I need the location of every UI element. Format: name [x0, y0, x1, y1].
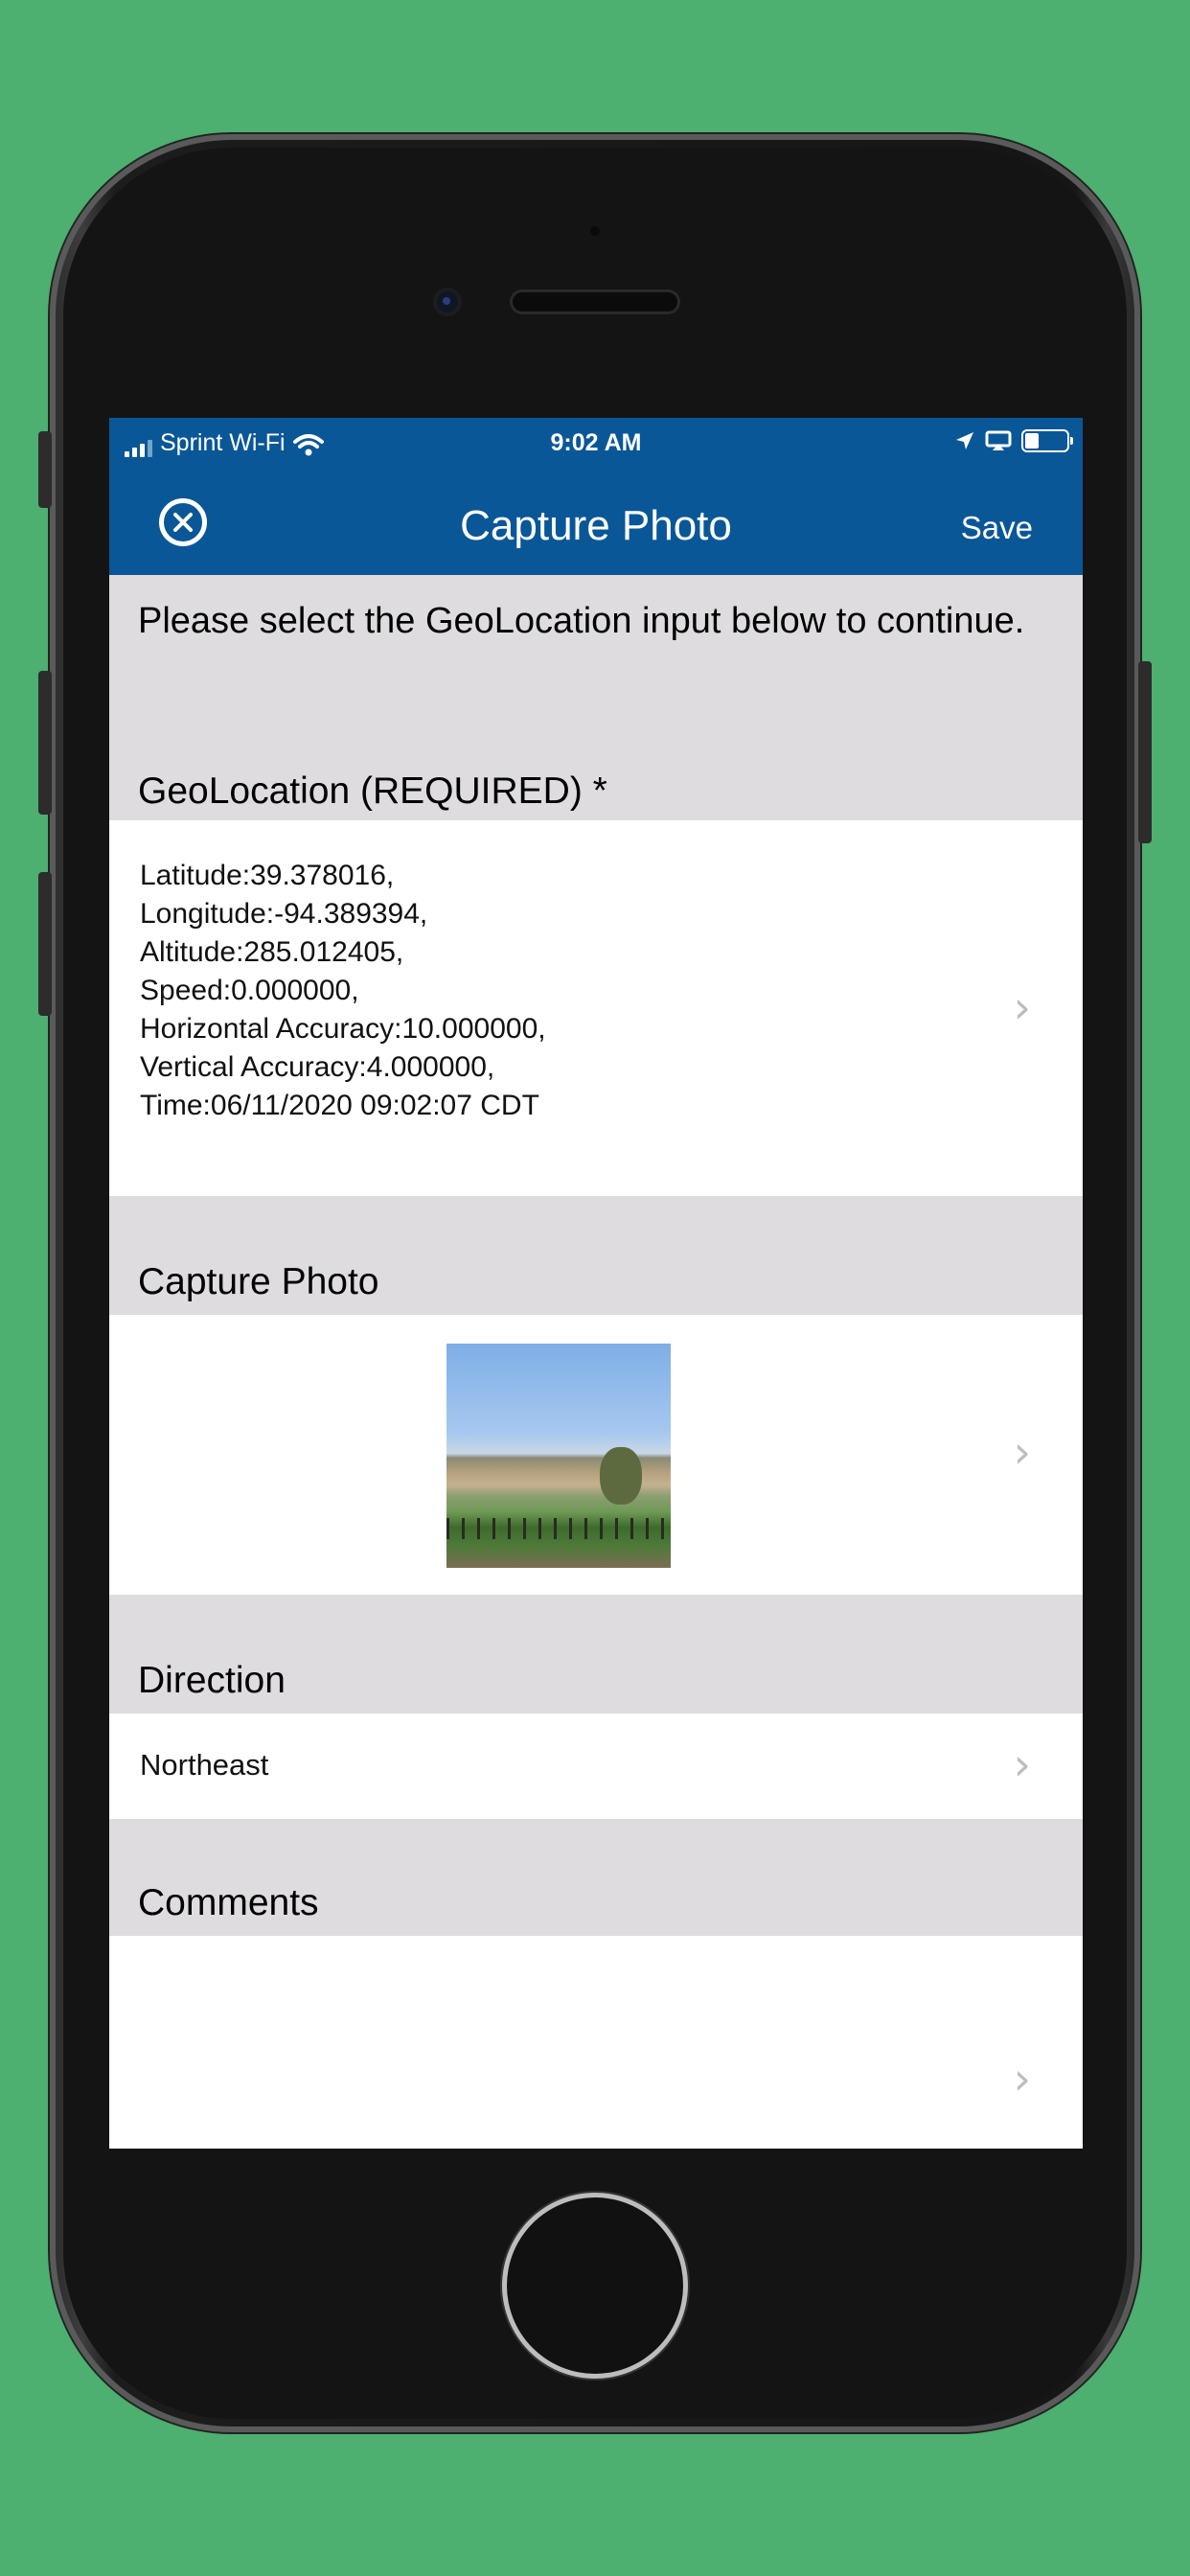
- geolocation-header: GeoLocation (REQUIRED) *: [138, 770, 607, 812]
- chevron-right-icon: ›: [1013, 2053, 1031, 2104]
- home-button[interactable]: [502, 2193, 688, 2379]
- app-screen: Sprint Wi-Fi 9:02 AM Capture Photo Save …: [109, 418, 1083, 2149]
- geolocation-row[interactable]: Latitude:39.378016, Longitude:-94.389394…: [109, 820, 1083, 1196]
- earpiece-speaker: [510, 289, 680, 314]
- photo-tree: [600, 1447, 642, 1505]
- photo-fence: [446, 1518, 671, 1539]
- chevron-right-icon: ›: [1013, 981, 1031, 1033]
- status-right: [954, 429, 1073, 452]
- vertical-accuracy-line: Vertical Accuracy:4.000000,: [140, 1051, 495, 1083]
- time-line: Time:06/11/2020 09:02:07 CDT: [140, 1090, 539, 1121]
- comments-header: Comments: [138, 1882, 319, 1923]
- direction-value: Northeast: [140, 1748, 269, 1782]
- chevron-right-icon: ›: [1013, 1738, 1031, 1790]
- speed-line: Speed:0.000000,: [140, 975, 359, 1006]
- longitude-line: Longitude:-94.389394,: [140, 898, 428, 930]
- nav-bar: Capture Photo Save: [109, 470, 1083, 575]
- direction-header: Direction: [138, 1660, 286, 1701]
- capture-photo-row[interactable]: ›: [109, 1315, 1083, 1595]
- status-time: 9:02 AM: [550, 429, 642, 456]
- location-arrow-icon: [956, 432, 973, 449]
- page-title: Capture Photo: [460, 502, 732, 549]
- power-button: [1138, 661, 1152, 843]
- status-bar: Sprint Wi-Fi 9:02 AM: [109, 418, 1083, 470]
- capture-photo-header: Capture Photo: [138, 1261, 379, 1302]
- screen-mirroring-icon: [985, 430, 1012, 450]
- battery-icon: [1021, 429, 1073, 452]
- horizontal-accuracy-line: Horizontal Accuracy:10.000000,: [140, 1013, 546, 1045]
- captured-photo-thumbnail[interactable]: [446, 1344, 671, 1568]
- proximity-sensor: [590, 226, 600, 236]
- save-button[interactable]: Save: [961, 510, 1033, 546]
- comments-row[interactable]: ›: [109, 1936, 1083, 2149]
- mute-switch: [38, 431, 52, 508]
- altitude-line: Altitude:285.012405,: [140, 936, 404, 968]
- instruction-text: Please select the GeoLocation input belo…: [138, 601, 1025, 641]
- direction-row[interactable]: Northeast ›: [109, 1714, 1083, 1819]
- chevron-right-icon: ›: [1013, 1426, 1031, 1478]
- volume-up-button: [38, 671, 52, 815]
- front-camera: [437, 291, 458, 312]
- volume-down-button: [38, 872, 52, 1016]
- geolocation-values: Latitude:39.378016, Longitude:-94.389394…: [140, 857, 546, 1125]
- latitude-line: Latitude:39.378016,: [140, 860, 395, 891]
